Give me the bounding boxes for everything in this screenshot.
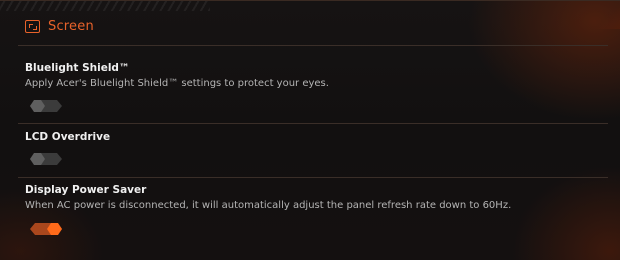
bluelight-shield-toggle[interactable] [30, 100, 62, 112]
screen-icon [25, 20, 40, 33]
bluelight-shield-title: Bluelight Shield™ [25, 62, 130, 74]
display-power-saver-description: When AC power is disconnected, it will a… [25, 200, 512, 211]
lcd-overdrive-toggle[interactable] [30, 153, 62, 165]
divider [18, 123, 608, 124]
lcd-overdrive-title: LCD Overdrive [25, 131, 111, 143]
decorative-corner [592, 1, 620, 29]
section-title: Screen [48, 19, 94, 34]
display-power-saver-title: Display Power Saver [25, 184, 147, 196]
display-power-saver-toggle[interactable] [30, 223, 62, 235]
screen-settings-panel: Screen Bluelight Shield™ Apply Acer's Bl… [0, 0, 620, 260]
decorative-stripes [0, 1, 210, 11]
divider [18, 177, 608, 178]
header-divider [18, 45, 608, 46]
bluelight-shield-description: Apply Acer's Bluelight Shield™ settings … [25, 78, 329, 89]
section-header: Screen [25, 19, 94, 34]
